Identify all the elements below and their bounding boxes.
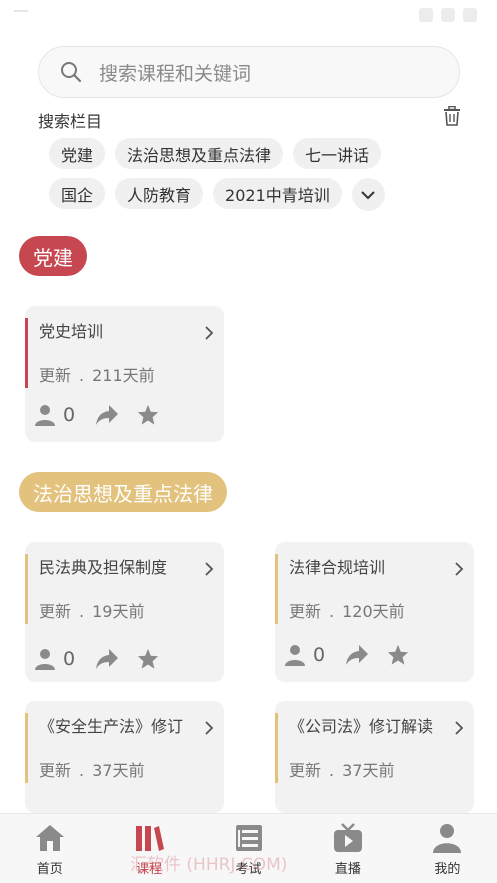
tab-exam[interactable]: 考试: [199, 814, 298, 883]
history-chip[interactable]: 党建: [49, 138, 106, 169]
battery-icon: [463, 8, 477, 22]
course-card[interactable]: 《安全生产法》修订 更新. 37天前: [25, 701, 224, 813]
update-time: 120天前: [342, 602, 405, 621]
category-label-party[interactable]: 党建: [19, 236, 87, 276]
update-time: 211天前: [92, 366, 155, 385]
search-input[interactable]: 搜索课程和关键词: [38, 46, 460, 98]
course-actions: 0: [35, 404, 159, 426]
course-card[interactable]: 党史培训 更新. 211天前 0: [25, 306, 224, 442]
update-time: 19天前: [92, 602, 145, 621]
status-icons: [419, 8, 477, 22]
learner-count: 0: [313, 644, 326, 666]
chevron-right-icon[interactable]: [454, 721, 464, 735]
course-meta: 更新. 120天前: [289, 598, 405, 622]
course-card[interactable]: 民法典及担保制度 更新. 19天前 0: [25, 542, 224, 682]
course-card[interactable]: 《公司法》修订解读 更新. 37天前: [275, 701, 474, 813]
tv-icon: [333, 823, 362, 852]
course-title: 《安全生产法》修订: [39, 717, 184, 736]
course-title: 民法典及担保制度: [39, 558, 168, 577]
wifi-icon: [441, 8, 455, 22]
history-chip[interactable]: 七一讲话: [293, 138, 382, 169]
chevron-right-icon[interactable]: [204, 721, 214, 735]
meta-dot: .: [79, 366, 85, 385]
user-icon: [35, 405, 55, 426]
trash-icon[interactable]: [443, 106, 461, 126]
exam-icon: [235, 825, 262, 851]
tab-profile[interactable]: 我的: [398, 814, 497, 883]
tab-label: 首页: [36, 862, 63, 877]
card-accent-bar: [275, 554, 278, 624]
update-label: 更新: [39, 602, 72, 621]
search-icon: [61, 62, 82, 83]
meta-dot: .: [79, 602, 85, 621]
tab-label: 我的: [434, 862, 461, 877]
expand-chips-button[interactable]: [351, 178, 385, 211]
course-actions: 0: [35, 648, 159, 670]
course-meta: 更新. 37天前: [39, 757, 144, 781]
course-meta: 更新. 19天前: [39, 598, 144, 622]
history-chip[interactable]: 法治思想及重点法律: [115, 138, 284, 169]
star-icon[interactable]: [137, 404, 159, 426]
card-accent-bar: [25, 554, 28, 624]
share-icon[interactable]: [345, 644, 369, 666]
meta-dot: .: [329, 761, 335, 780]
meta-dot: .: [79, 761, 85, 780]
back-icon[interactable]: [14, 10, 28, 12]
home-icon: [35, 825, 64, 851]
update-time: 37天前: [92, 761, 145, 780]
update-label: 更新: [39, 761, 72, 780]
history-chips: 党建 法治思想及重点法律 七一讲话 国企 人防教育 2021中青培训: [49, 138, 449, 220]
card-accent-bar: [25, 318, 28, 388]
search-history-title: 搜索栏目: [38, 112, 103, 131]
learner-count: 0: [63, 404, 76, 426]
bottom-tab-bar: 首页 课程 考试 直播 我的: [0, 813, 497, 883]
books-icon: [136, 826, 165, 851]
status-bar: [0, 0, 497, 36]
course-card[interactable]: 法律合规培训 更新. 120天前 0: [275, 542, 474, 682]
category-label-law[interactable]: 法治思想及重点法律: [19, 472, 227, 512]
meta-dot: .: [329, 602, 335, 621]
tab-courses[interactable]: 课程: [99, 814, 198, 883]
search-placeholder: 搜索课程和关键词: [99, 62, 252, 85]
star-icon[interactable]: [387, 644, 409, 666]
history-chip[interactable]: 2021中青培训: [213, 178, 342, 209]
tab-label: 课程: [136, 862, 163, 877]
chevron-right-icon[interactable]: [204, 326, 214, 340]
learner-count: 0: [63, 648, 76, 670]
chevron-right-icon[interactable]: [204, 562, 214, 576]
card-accent-bar: [25, 713, 28, 783]
card-accent-bar: [275, 713, 278, 783]
chevron-right-icon[interactable]: [454, 562, 464, 576]
signal-icon: [419, 8, 433, 22]
update-label: 更新: [39, 366, 72, 385]
star-icon[interactable]: [137, 648, 159, 670]
history-chip[interactable]: 国企: [49, 178, 106, 209]
user-icon: [285, 645, 305, 666]
history-chip[interactable]: 人防教育: [115, 178, 204, 209]
update-label: 更新: [289, 602, 322, 621]
course-actions: 0: [285, 644, 409, 666]
course-title: 党史培训: [39, 322, 104, 341]
share-icon[interactable]: [95, 404, 119, 426]
user-icon: [35, 649, 55, 670]
share-icon[interactable]: [95, 648, 119, 670]
update-time: 37天前: [342, 761, 395, 780]
update-label: 更新: [289, 761, 322, 780]
course-title: 《公司法》修订解读: [289, 717, 434, 736]
course-meta: 更新. 37天前: [289, 757, 394, 781]
course-title: 法律合规培训: [289, 558, 386, 577]
chevron-down-icon: [361, 190, 375, 199]
tab-label: 直播: [334, 862, 361, 877]
user-icon: [433, 824, 462, 853]
course-meta: 更新. 211天前: [39, 362, 155, 386]
tab-label: 考试: [235, 862, 262, 877]
tab-live[interactable]: 直播: [298, 814, 397, 883]
tab-home[interactable]: 首页: [0, 814, 99, 883]
